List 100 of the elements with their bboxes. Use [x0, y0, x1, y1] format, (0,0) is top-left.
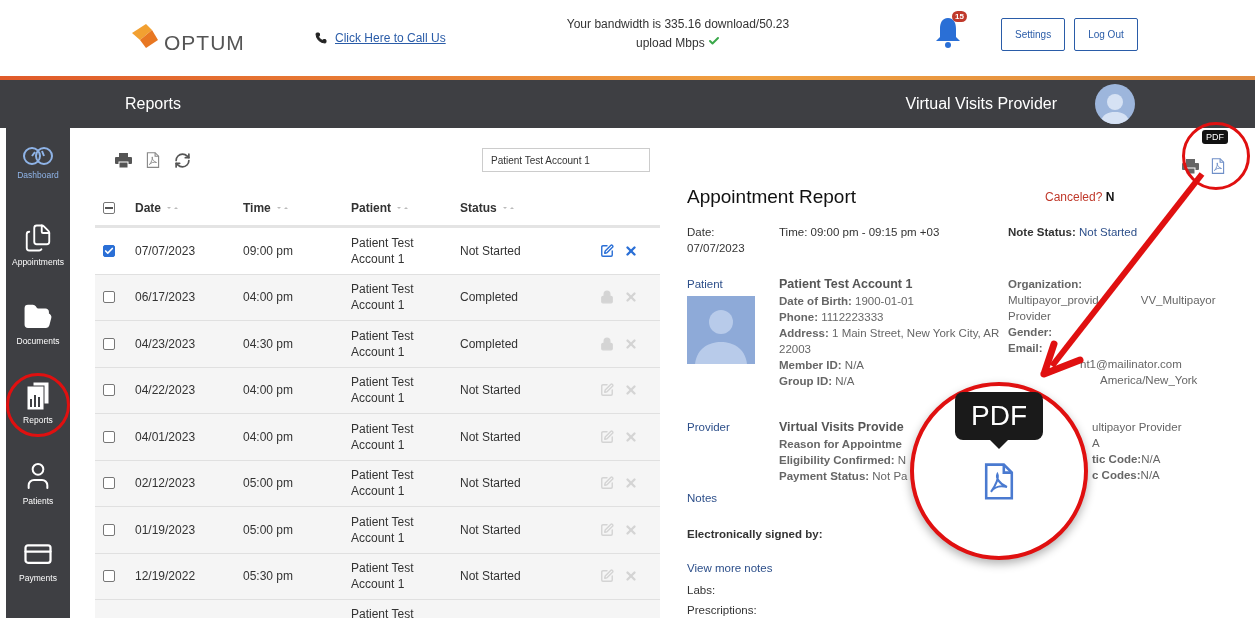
column-header[interactable]: Patient: [351, 200, 460, 215]
lock-icon[interactable]: [600, 336, 614, 351]
sidebar-item[interactable]: Documents: [6, 298, 70, 377]
row-checkbox[interactable]: [103, 384, 115, 397]
user-name: Virtual Visits Provider: [905, 95, 1057, 113]
pdf-icon[interactable]: [1211, 157, 1225, 174]
logo-text: OPTUM: [164, 31, 245, 55]
pdf-icon[interactable]: [146, 151, 160, 169]
patient-cell-text: Patient Test Account 1: [351, 513, 415, 546]
status-cell-text: Not Started: [460, 568, 522, 585]
patient-cell-text: Patient Test Account 1: [351, 327, 415, 360]
column-header[interactable]: Time: [243, 200, 351, 215]
column-header[interactable]: Status: [460, 200, 660, 215]
canceled-text: Canceled? N: [1044, 190, 1116, 204]
status-cell-text: Completed: [460, 335, 520, 352]
patient-detail: Multipayor_provid: [1008, 293, 1099, 308]
gauge-icon: [23, 144, 53, 166]
section-label: Notes: [687, 491, 719, 506]
time-cell-text: 04:00 pm: [243, 428, 295, 445]
tooltip: PDF: [1202, 130, 1228, 144]
table-row[interactable]: 02/12/2023 05:00 pm Patient Test Account 1 Not Started: [95, 460, 660, 507]
sidebar-item[interactable]: Payments: [6, 535, 70, 614]
refresh-icon[interactable]: [174, 151, 191, 169]
phone-icon: [315, 32, 327, 44]
patient-detail: Address: 1 Main Street, New York City, AR 22003: [779, 326, 1001, 357]
provider-detail: Reason for Appointme: [779, 437, 902, 452]
files-icon: [23, 223, 53, 253]
patient-cell-text: Patient Test Account 1: [351, 281, 415, 314]
patient-detail: Date of Birth: 1900-01-01: [779, 294, 914, 309]
sort-icon[interactable]: [397, 204, 409, 211]
sidebar-item[interactable]: Reports: [6, 377, 70, 456]
provider-detail: Eligibility Confirmed: N: [779, 453, 907, 468]
table-row[interactable]: 01/19/2023 05:00 pm Patient Test Account 1 Not Started: [95, 507, 660, 554]
patient-detail: America/New_York: [1100, 373, 1198, 388]
select-all-checkbox[interactable]: [103, 201, 115, 214]
patient-cell-text: Patient Test: [351, 606, 415, 618]
row-checkbox[interactable]: [103, 570, 115, 583]
pdf-icon[interactable]: [983, 463, 1015, 500]
row-checkbox[interactable]: [103, 337, 115, 350]
row-checkbox[interactable]: [103, 430, 115, 443]
cancel-icon[interactable]: [624, 243, 638, 258]
patient-photo: [687, 296, 755, 364]
prescriptions-label: Prescriptions:: [687, 603, 758, 618]
note-status: Note Status: Not Started: [1008, 225, 1139, 240]
status-cell-text: Not Started: [460, 475, 522, 492]
sort-icon[interactable]: [276, 204, 289, 211]
search-field[interactable]: Patient Test Account 1: [482, 148, 650, 172]
row-checkbox[interactable]: [103, 477, 115, 490]
view-more-link[interactable]: View more notes: [687, 560, 1235, 576]
date-cell-text: 01/19/2023: [135, 521, 197, 538]
table-row[interactable]: 04/01/2023 04:00 pm Patient Test Account 1 Not Started: [95, 414, 660, 461]
call-link[interactable]: Click Here to Call Us: [335, 31, 446, 45]
provider-detail: A: [1092, 436, 1100, 451]
date-cell-text: 02/12/2023: [135, 475, 197, 492]
patient-detail: Provider: [1008, 309, 1051, 324]
patient-cell-text: Patient Test Account 1: [351, 420, 415, 453]
date-cell-text: 04/22/2023: [135, 382, 197, 399]
sidebar-item[interactable]: Dashboard: [6, 140, 70, 219]
provider-detail: ultipayor Provider: [1092, 420, 1182, 435]
table-row[interactable]: Patient Test: [95, 600, 660, 618]
report-title: Appointment Report: [687, 186, 857, 208]
patient-detail: Gender:: [1008, 325, 1053, 340]
sort-icon[interactable]: [167, 204, 179, 211]
labs-label: Labs:: [687, 583, 717, 598]
date-cell-text: 04/23/2023: [135, 335, 197, 352]
sidebar-item[interactable]: Appointments: [6, 219, 70, 298]
signed-label: Electronically signed by:: [687, 527, 824, 542]
tooltip: PDF: [955, 392, 1043, 440]
table-row[interactable]: 06/17/2023 04:00 pm Patient Test Account 1 Completed: [95, 274, 660, 321]
sort-icon[interactable]: [502, 204, 515, 211]
bandwidth-text: Your bandwidth is 335.16 download/50.23: [566, 16, 790, 33]
table-row[interactable]: 12/19/2022 05:30 pm Patient Test Account 1 Not Started: [95, 553, 660, 600]
patient-cell-text: Patient Test Account 1: [351, 467, 415, 500]
time-cell-text: 05:30 pm: [243, 568, 295, 585]
page-title: Reports: [125, 95, 182, 113]
notification-badge: 15: [952, 11, 967, 22]
column-header[interactable]: Date: [135, 200, 243, 215]
edit-icon[interactable]: [600, 243, 614, 258]
provider-detail: Payment Status: Not Pa: [779, 469, 908, 484]
time-text: Time: 09:00 pm - 09:15 pm +03: [779, 225, 941, 240]
status-cell-text: Not Started: [460, 428, 522, 445]
lock-icon[interactable]: [600, 290, 614, 305]
section-label: Patient: [687, 277, 723, 292]
tooltip-pointer-icon: [990, 440, 1008, 449]
row-checkbox[interactable]: [103, 244, 115, 257]
header-button[interactable]: Settings: [1001, 17, 1066, 51]
row-checkbox[interactable]: [103, 291, 115, 304]
sidebar-item[interactable]: Patients: [6, 456, 70, 535]
patient-detail: VV_Multipayor: [1140, 293, 1216, 308]
status-cell-text: Not Started: [460, 242, 522, 259]
row-checkbox[interactable]: [103, 523, 115, 536]
print-icon[interactable]: [1182, 159, 1199, 174]
header-button[interactable]: Log Out: [1074, 17, 1138, 51]
print-icon[interactable]: [115, 152, 132, 168]
date-cell-text: 04/01/2023: [135, 428, 197, 445]
date-cell-text: 07/07/2023: [135, 242, 197, 259]
patient-detail: Phone: 1112223333: [779, 310, 884, 325]
section-label: Provider: [687, 420, 731, 435]
table-row[interactable]: 04/23/2023 04:30 pm Patient Test Account 1 Completed: [95, 321, 660, 368]
table-row[interactable]: 04/22/2023 04:00 pm Patient Test Account 1 Not Started: [95, 367, 660, 414]
